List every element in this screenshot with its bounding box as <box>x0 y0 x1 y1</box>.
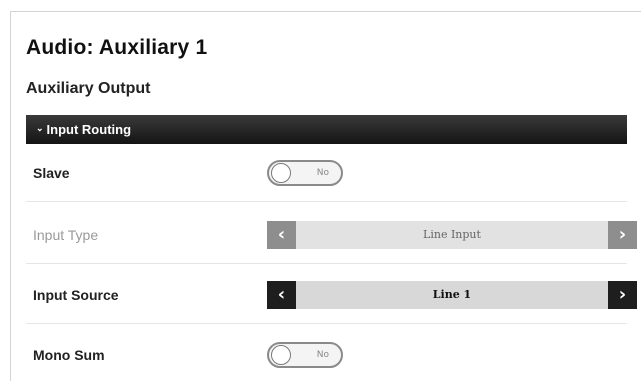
chevron-left-icon: ‹ <box>267 220 296 249</box>
input-source-value: Line 1 <box>296 280 608 309</box>
row-mono-sum: Mono Sum No <box>26 326 627 384</box>
page-subtitle: Auxiliary Output <box>26 80 151 97</box>
next-source-button[interactable]: › <box>608 280 637 309</box>
input-type-value: Line Input <box>296 220 608 249</box>
input-type-selector: ‹ Line Input › <box>267 220 637 249</box>
input-source-selector: ‹ Line 1 › <box>267 280 637 309</box>
mono-sum-toggle-value: No <box>316 350 329 360</box>
slave-label: Slave <box>33 164 70 181</box>
mono-sum-label: Mono Sum <box>33 347 105 363</box>
slave-toggle[interactable]: No <box>267 159 343 186</box>
row-input-source: Input Source ‹ Line 1 › <box>26 266 637 324</box>
input-source-label: Input Source <box>33 286 119 303</box>
section-header-input-routing[interactable]: ⌄ Input Routing <box>26 115 627 144</box>
mono-sum-toggle[interactable]: No <box>267 342 343 368</box>
chevron-down-icon: ⌄ <box>36 123 44 133</box>
slave-toggle-value: No <box>316 167 329 178</box>
input-type-label: Input Type <box>33 226 99 243</box>
toggle-knob <box>271 345 291 365</box>
section-label: Input Routing <box>46 122 132 137</box>
toggle-knob <box>271 162 291 183</box>
prev-source-button[interactable]: ‹ <box>267 280 296 309</box>
row-slave: Slave No <box>26 144 627 202</box>
page-title: Audio: Auxiliary 1 <box>26 36 208 59</box>
row-input-type: Input Type ‹ Line Input › <box>26 206 637 264</box>
chevron-right-icon: › <box>608 220 637 249</box>
